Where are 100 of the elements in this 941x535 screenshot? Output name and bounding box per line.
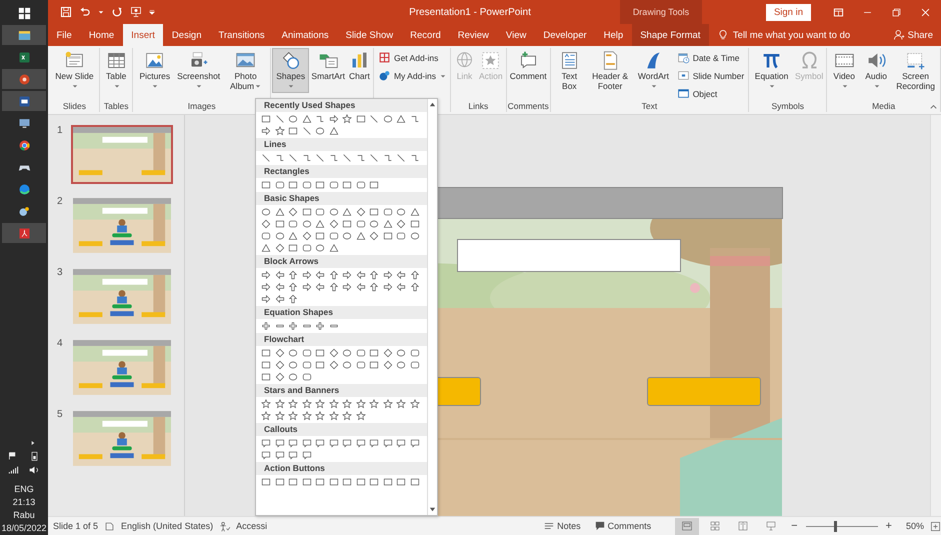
arrow-icon[interactable] (328, 114, 338, 124)
plus-icon[interactable] (315, 321, 325, 331)
triangle-icon[interactable] (382, 219, 392, 229)
notes-button[interactable]: Notes (540, 521, 585, 531)
ribbon-tab[interactable]: Home (80, 24, 123, 46)
triangle-icon[interactable] (302, 114, 312, 124)
scroll-bar[interactable] (427, 99, 437, 515)
rectangle-icon[interactable] (369, 207, 379, 217)
zoom-level[interactable]: 50% (906, 521, 924, 531)
ribbon-tab[interactable]: Review (449, 24, 498, 46)
rounded-rectangle-icon[interactable] (302, 180, 312, 190)
ellipse-icon[interactable] (315, 243, 325, 253)
spell-check-icon[interactable] (104, 520, 116, 532)
command-button[interactable]: Get Add-ins (374, 49, 449, 66)
line-icon[interactable] (369, 114, 379, 124)
customize-caret-icon[interactable] (149, 9, 155, 15)
command-button[interactable]: Date & Time (674, 49, 748, 66)
command-button[interactable]: Chart (346, 48, 372, 84)
rectangle-icon[interactable] (274, 219, 284, 229)
command-button[interactable]: WordArt (633, 48, 674, 93)
line-icon[interactable] (342, 153, 352, 163)
rounded-rectangle-icon[interactable] (356, 219, 366, 229)
undo-icon[interactable] (79, 6, 91, 18)
command-button[interactable]: Header & Footer (587, 48, 634, 93)
star-icon[interactable] (342, 114, 352, 124)
zoom-slider-thumb[interactable] (834, 520, 838, 532)
save-icon[interactable] (60, 6, 72, 18)
connector-icon[interactable] (302, 153, 312, 163)
rectangle-icon[interactable] (288, 180, 298, 190)
signal-icon[interactable] (8, 465, 19, 475)
command-button[interactable]: Object (674, 85, 748, 102)
caret-icon[interactable] (98, 9, 104, 15)
line-icon[interactable] (288, 153, 298, 163)
triangle-icon[interactable] (261, 243, 271, 253)
rounded-rectangle-icon[interactable] (382, 207, 392, 217)
command-button[interactable]: Photo Album (222, 48, 269, 93)
scroll-bar[interactable] (930, 115, 941, 516)
rectangle-icon[interactable] (382, 231, 392, 241)
rectangle-icon[interactable] (288, 126, 298, 136)
arrow-icon[interactable] (261, 126, 271, 136)
rounded-rectangle-icon[interactable] (302, 243, 312, 253)
command-button[interactable]: Slide Number (674, 67, 748, 84)
star-icon[interactable] (396, 399, 406, 409)
zoom-in-button[interactable]: + (884, 520, 894, 532)
ellipse-icon[interactable] (396, 207, 406, 217)
accessibility-icon[interactable] (219, 520, 230, 532)
star-icon[interactable] (342, 411, 352, 421)
triangle-icon[interactable] (410, 207, 420, 217)
star-icon[interactable] (382, 399, 392, 409)
ellipse-icon[interactable] (328, 207, 338, 217)
line-icon[interactable] (369, 153, 379, 163)
diamond-icon[interactable] (261, 219, 271, 229)
connector-icon[interactable] (382, 153, 392, 163)
ellipse-icon[interactable] (315, 126, 325, 136)
command-button[interactable]: Shapes (272, 48, 310, 93)
rectangle-icon[interactable] (315, 180, 325, 190)
ribbon-tab[interactable]: Transitions (210, 24, 274, 46)
command-button[interactable]: My Add-ins (374, 67, 449, 84)
plus-icon[interactable] (261, 321, 271, 331)
triangle-icon[interactable] (328, 243, 338, 253)
rounded-rectangle-icon[interactable] (288, 219, 298, 229)
triangle-icon[interactable] (274, 207, 284, 217)
star-icon[interactable] (315, 411, 325, 421)
connector-icon[interactable] (410, 153, 420, 163)
redo-icon[interactable] (111, 6, 123, 18)
command-button[interactable]: Audio (860, 48, 892, 93)
star-icon[interactable] (410, 399, 420, 409)
sign-in-button[interactable]: Sign in (766, 4, 811, 20)
ellipse-icon[interactable] (302, 219, 312, 229)
close-icon[interactable] (920, 6, 931, 18)
rectangle-icon[interactable] (288, 243, 298, 253)
diamond-icon[interactable] (288, 207, 298, 217)
chevron-icon[interactable] (29, 439, 37, 447)
rectangle-icon[interactable] (356, 114, 366, 124)
rounded-rectangle-icon[interactable] (261, 231, 271, 241)
triangle-icon[interactable] (396, 114, 406, 124)
ribbon-tab[interactable]: View (497, 24, 535, 46)
slide-thumbnail[interactable] (71, 338, 173, 397)
rectangle-icon[interactable] (302, 207, 312, 217)
ellipse-icon[interactable] (342, 231, 352, 241)
view-button[interactable] (675, 518, 700, 534)
scroll-up-icon[interactable] (429, 101, 436, 108)
restore-icon[interactable] (891, 6, 902, 18)
ellipse-icon[interactable] (369, 219, 379, 229)
tell-me-search-field[interactable]: Tell me what you want to do (732, 30, 883, 40)
rounded-rectangle-icon[interactable] (274, 180, 284, 190)
connector-icon[interactable] (356, 153, 366, 163)
ellipse-icon[interactable] (410, 231, 420, 241)
plus-icon[interactable] (288, 321, 298, 331)
command-button[interactable]: Video (828, 48, 860, 93)
rectangle-icon[interactable] (261, 180, 271, 190)
diamond-icon[interactable] (396, 219, 406, 229)
rectangle-icon[interactable] (342, 180, 352, 190)
language-status[interactable]: English (United States) (121, 521, 214, 531)
scroll-down-icon[interactable] (429, 506, 436, 513)
triangle-icon[interactable] (315, 219, 325, 229)
slide-thumbnail[interactable] (71, 196, 173, 255)
ribbon-tab[interactable]: Insert (122, 24, 164, 46)
command-button[interactable]: Table (100, 48, 132, 93)
slide-thumbnail[interactable] (71, 409, 173, 468)
